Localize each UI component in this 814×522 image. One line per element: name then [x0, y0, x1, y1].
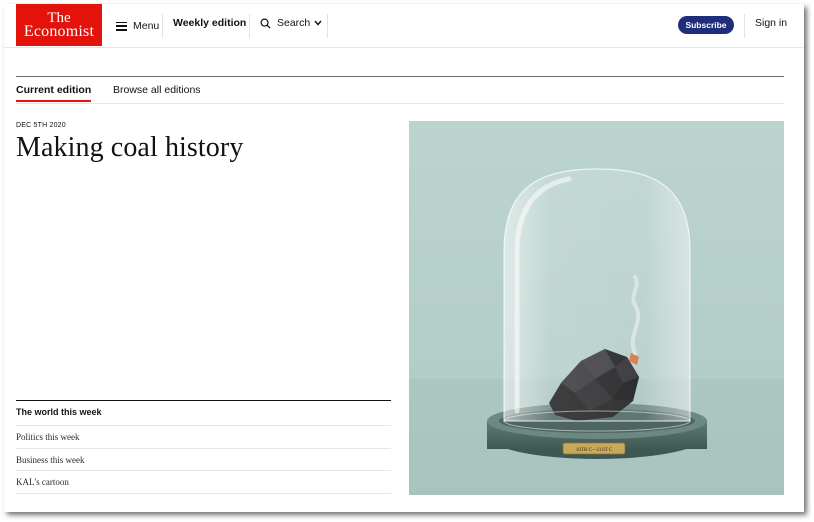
search-icon	[260, 18, 271, 29]
menu-label: Menu	[133, 20, 160, 32]
section-title: The world this week	[16, 401, 391, 426]
sign-in-link[interactable]: Sign in	[755, 17, 787, 29]
edition-tabs: Current edition Browse all editions	[16, 78, 784, 104]
section-link-kals-cartoon[interactable]: KAL's cartoon	[16, 471, 391, 494]
site-header: The Economist Menu Weekly edition Search…	[4, 4, 804, 48]
search-button[interactable]: Search	[260, 17, 328, 29]
header-divider	[327, 14, 328, 38]
section-link-business[interactable]: Business this week	[16, 449, 391, 471]
menu-button[interactable]: Menu	[116, 17, 159, 35]
tab-browse-all-editions[interactable]: Browse all editions	[113, 84, 201, 96]
cover-image[interactable]: 18TH C—21ST C	[409, 121, 784, 495]
weekly-edition-link[interactable]: Weekly edition	[173, 17, 246, 29]
cover-illustration: 18TH C—21ST C	[409, 121, 784, 495]
header-divider	[249, 14, 250, 38]
header-divider	[744, 14, 745, 38]
tab-current-edition[interactable]: Current edition	[16, 84, 92, 102]
plaque-text: 18TH C—21ST C	[576, 448, 613, 453]
edition-date: DEC 5TH 2020	[16, 122, 66, 129]
world-this-week-section: The world this week Politics this week B…	[16, 400, 391, 494]
page-frame: The Economist Menu Weekly edition Search…	[4, 4, 804, 512]
hamburger-icon	[116, 21, 127, 31]
logo-line-2: Economist	[23, 23, 95, 40]
tabs-top-rule	[16, 76, 784, 77]
economist-logo[interactable]: The Economist	[16, 4, 102, 46]
search-label: Search	[277, 17, 311, 29]
edition-headline[interactable]: Making coal history	[16, 132, 243, 164]
subscribe-button[interactable]: Subscribe	[678, 16, 734, 34]
header-divider	[162, 14, 163, 38]
section-link-politics[interactable]: Politics this week	[16, 426, 391, 449]
chevron-down-icon	[314, 20, 322, 26]
